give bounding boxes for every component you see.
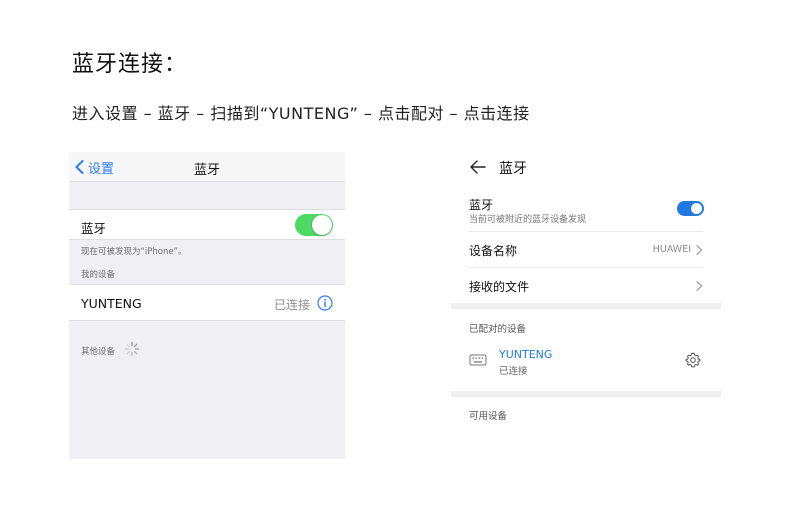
ios-page-title: 蓝牙 — [193, 163, 220, 178]
section-divider — [451, 303, 721, 309]
keyboard-icon — [469, 353, 487, 367]
ios-bluetooth-toggle[interactable] — [295, 214, 333, 236]
android-page-title: 蓝牙 — [499, 161, 527, 177]
instruction-steps: 进入设置 – 蓝牙 – 扫描到“YUNTENG” – 点击配对 – 点击连接 — [72, 104, 530, 123]
arrow-left-icon[interactable] — [469, 158, 487, 176]
ios-nav-bar: 设置 蓝牙 — [69, 152, 345, 182]
android-paired-device-status: 已连接 — [499, 366, 528, 377]
android-received-files-label: 接收的文件 — [469, 280, 530, 294]
ios-toggle-knob — [312, 215, 332, 235]
ios-device-status: 已连接 — [273, 298, 310, 312]
ios-device-row[interactable]: YUNTENG 已连接 — [69, 284, 345, 321]
section-divider — [451, 391, 721, 397]
chevron-right-icon — [695, 280, 703, 292]
android-device-name-label: 设备名称 — [469, 244, 518, 258]
ios-other-devices-header: 其他设备 — [81, 347, 116, 357]
gear-icon[interactable] — [685, 352, 701, 368]
ios-my-devices-header: 我的设备 — [81, 270, 116, 280]
android-paired-device-row[interactable] — [451, 340, 721, 380]
android-paired-header: 已配对的设备 — [469, 324, 527, 335]
android-toggle-knob — [691, 203, 702, 214]
page-heading: 蓝牙连接： — [72, 52, 188, 77]
android-paired-device-name: YUNTENG — [499, 348, 553, 361]
android-bluetooth-toggle[interactable] — [677, 201, 704, 216]
android-bluetooth-desc: 当前可被附近的蓝牙设备发现 — [469, 215, 587, 225]
spinner-icon — [124, 341, 140, 357]
ios-bluetooth-label: 蓝牙 — [81, 221, 107, 236]
ios-device-name: YUNTENG — [81, 296, 142, 311]
android-device-name-value: HUAWEI — [652, 244, 691, 255]
ios-bluetooth-screen: 设置 蓝牙 蓝牙 现在可被发现为“iPhone”。 我的设备 YUNTENG 已… — [69, 152, 345, 459]
chevron-right-icon — [695, 244, 703, 256]
ios-discoverable-note: 现在可被发现为“iPhone”。 — [81, 247, 187, 257]
info-circle-icon[interactable] — [317, 295, 333, 311]
android-available-header: 可用设备 — [469, 411, 508, 422]
android-bluetooth-screen: 蓝牙 蓝牙 当前可被附近的蓝牙设备发现 设备名称 HUAWEI 接收的文件 已配… — [451, 150, 721, 430]
android-bluetooth-label: 蓝牙 — [469, 198, 494, 212]
ios-bluetooth-row: 蓝牙 — [69, 209, 345, 240]
